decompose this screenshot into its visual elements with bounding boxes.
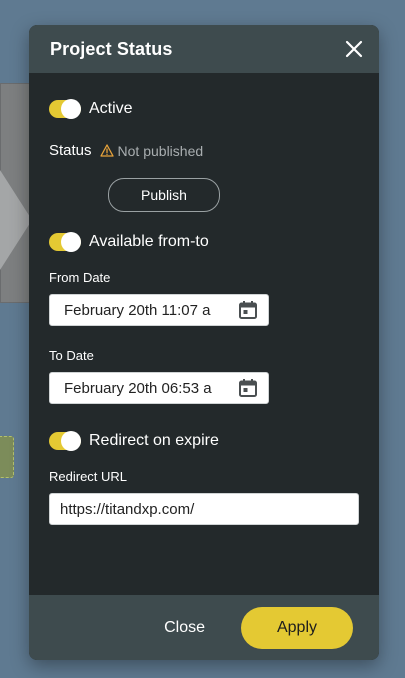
from-date-input[interactable]: February 20th 11:07 a — [49, 294, 269, 326]
availability-row: Available from-to — [49, 232, 359, 252]
active-label: Active — [89, 100, 133, 117]
redirect-url-group: Redirect URL — [49, 469, 359, 484]
redirect-toggle[interactable] — [49, 431, 81, 451]
availability-toggle[interactable] — [49, 232, 81, 252]
status-value-text: Not published — [117, 142, 204, 159]
warning-icon — [99, 144, 114, 157]
to-date-label: To Date — [49, 348, 94, 363]
toggle-knob — [61, 99, 81, 119]
status-label: Status — [49, 142, 92, 159]
calendar-icon[interactable] — [238, 300, 258, 320]
modal-footer: Close Apply — [29, 595, 379, 660]
redirect-row: Redirect on expire — [49, 431, 359, 451]
to-date-wrap: February 20th 06:53 a — [49, 372, 359, 404]
availability-label: Available from-to — [89, 233, 209, 250]
from-date-group: From Date — [49, 270, 359, 285]
to-date-value: February 20th 06:53 a — [64, 379, 212, 397]
from-date-label: From Date — [49, 270, 111, 285]
modal-body: Active Status Not published Publish Avai… — [29, 73, 379, 595]
status-value: Not published — [99, 142, 204, 159]
to-date-group: To Date — [49, 348, 359, 363]
from-date-wrap: February 20th 11:07 a — [49, 294, 359, 326]
redirect-url-wrap: https://titandxp.com/ — [49, 493, 359, 525]
redirect-url-input[interactable]: https://titandxp.com/ — [49, 493, 359, 525]
active-row: Active — [49, 99, 359, 119]
toggle-knob — [61, 232, 81, 252]
project-status-modal: Project Status Active Status Not publish… — [29, 25, 379, 660]
toggle-knob — [61, 431, 81, 451]
redirect-label: Redirect on expire — [89, 432, 219, 449]
background-shape — [0, 170, 32, 270]
close-icon[interactable] — [343, 38, 365, 60]
from-date-value: February 20th 11:07 a — [64, 301, 211, 319]
close-button[interactable]: Close — [164, 619, 205, 637]
apply-button[interactable]: Apply — [241, 606, 353, 649]
background-dashed-element — [0, 436, 14, 478]
redirect-url-label: Redirect URL — [49, 469, 128, 484]
publish-button[interactable]: Publish — [108, 178, 220, 212]
to-date-input[interactable]: February 20th 06:53 a — [49, 372, 269, 404]
modal-header: Project Status — [29, 25, 379, 73]
modal-title: Project Status — [50, 38, 173, 59]
status-row: Status Not published — [49, 142, 359, 159]
active-toggle[interactable] — [49, 99, 81, 119]
calendar-icon[interactable] — [238, 378, 258, 398]
